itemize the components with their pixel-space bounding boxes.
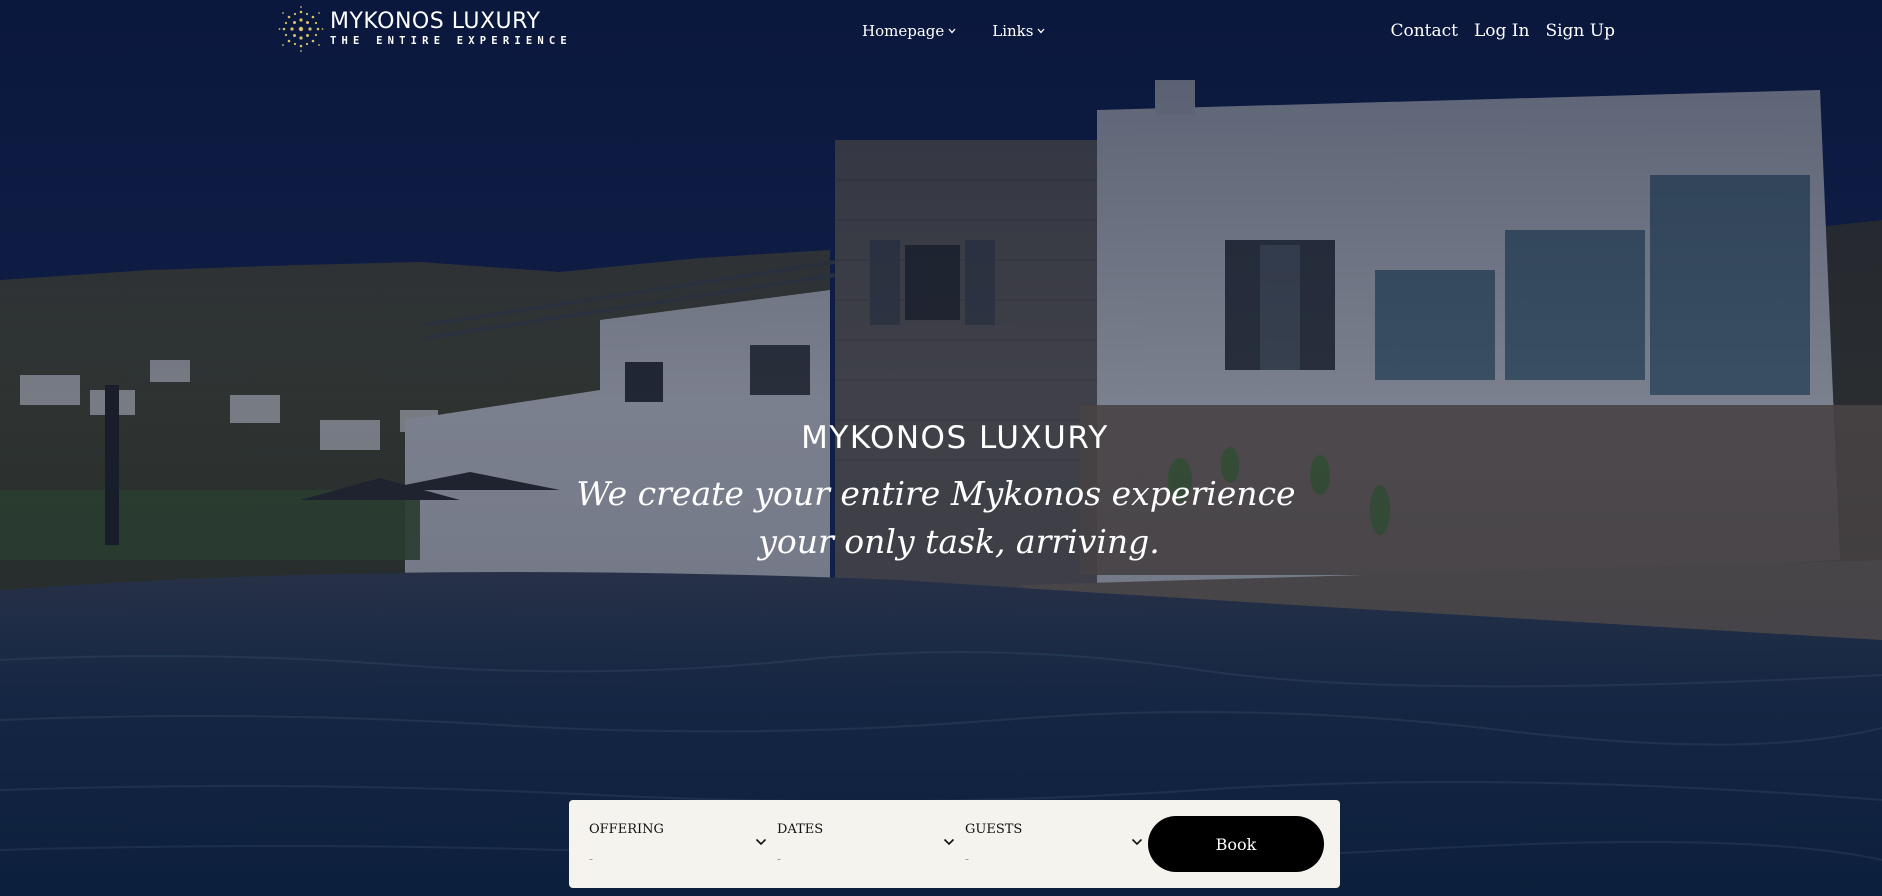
main-nav: Homepage Links [862,22,1045,40]
guests-label: GUESTS [965,822,1023,837]
page: MYKONOS LUXURY THE ENTIRE EXPERIENCE Hom… [0,0,1882,896]
logo-text: MYKONOS LUXURY THE ENTIRE EXPERIENCE [330,10,572,48]
chevron-down-icon [1131,838,1143,846]
dates-label: DATES [777,822,824,837]
account-nav: Contact Log In Sign Up [1390,21,1615,41]
dates-value: - [777,852,782,866]
chevron-down-icon [948,28,956,34]
book-button[interactable]: Book [1148,816,1324,872]
hero-subtitle-line-2: your only task, arriving. [758,522,1160,561]
offering-label: OFFERING [589,822,664,837]
nav-login-link[interactable]: Log In [1474,21,1529,41]
logo-tagline: THE ENTIRE EXPERIENCE [330,35,572,47]
guests-select[interactable]: GUESTS - [965,800,1153,888]
sunburst-logo-icon [278,6,324,52]
chevron-down-icon [1037,28,1045,34]
hero-subtitle-line-1: We create your entire Mykonos experience [576,474,1296,513]
offering-select[interactable]: OFFERING - [589,800,777,888]
dates-select[interactable]: DATES - [777,800,965,888]
chevron-down-icon [943,838,955,846]
nav-links-dropdown[interactable]: Links [992,22,1045,40]
site-header: MYKONOS LUXURY THE ENTIRE EXPERIENCE Hom… [0,0,1882,64]
guests-value: - [965,852,970,866]
hero-title: MYKONOS LUXURY [801,420,1109,456]
nav-contact-link[interactable]: Contact [1390,21,1458,41]
offering-value: - [589,852,594,866]
chevron-down-icon [755,838,767,846]
logo-title: MYKONOS LUXURY [330,9,541,34]
brand-logo[interactable]: MYKONOS LUXURY THE ENTIRE EXPERIENCE [278,5,572,53]
nav-homepage-dropdown[interactable]: Homepage [862,22,956,40]
booking-bar: OFFERING - DATES - GUESTS - Book [569,800,1340,888]
nav-signup-link[interactable]: Sign Up [1545,21,1615,41]
nav-links-label: Links [992,22,1034,40]
nav-homepage-label: Homepage [862,22,945,40]
hero-section: MYKONOS LUXURY We create your entire Myk… [0,420,1882,566]
